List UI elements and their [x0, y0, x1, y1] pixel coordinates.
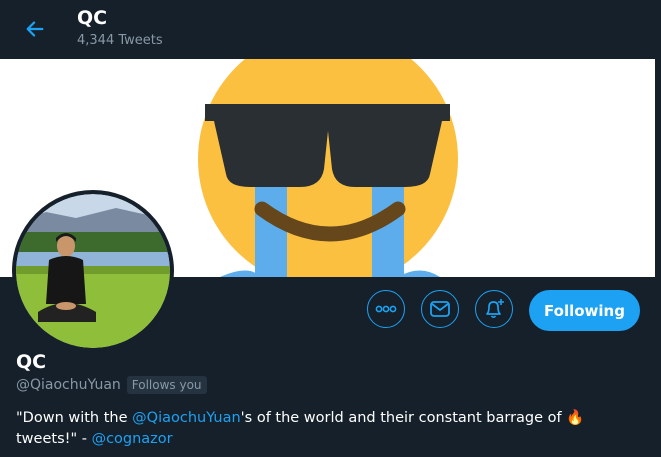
- profile-bio: "Down with the @QiaochuYuan's of the wor…: [16, 408, 636, 450]
- following-button[interactable]: Following: [529, 290, 640, 331]
- bio-text: 's of the world and their constant barra…: [240, 410, 567, 426]
- top-bar: QC 4,344 Tweets: [0, 0, 661, 59]
- tweet-count: 4,344 Tweets: [77, 33, 163, 48]
- notifications-button[interactable]: [475, 290, 513, 328]
- avatar[interactable]: [12, 190, 174, 352]
- header-title-block: QC 4,344 Tweets: [77, 6, 163, 48]
- scrollbar[interactable]: [655, 59, 661, 457]
- fire-emoji-icon: 🔥: [566, 410, 585, 426]
- bio-text: "Down with the: [16, 410, 133, 426]
- back-arrow-icon: [26, 21, 44, 37]
- avatar-photo: [16, 194, 170, 348]
- bell-plus-icon: [486, 299, 504, 319]
- handle-row: @QiaochuYuan Follows you: [16, 376, 207, 394]
- more-button[interactable]: [367, 290, 405, 328]
- bio-mention-link[interactable]: @QiaochuYuan: [132, 410, 241, 426]
- follows-you-badge: Follows you: [126, 376, 207, 394]
- back-button[interactable]: [18, 12, 52, 46]
- profile-name: QC: [16, 351, 47, 373]
- more-icon: [375, 305, 397, 313]
- envelope-icon: [430, 301, 450, 317]
- message-button[interactable]: [421, 290, 459, 328]
- bio-mention-link[interactable]: @cognazor: [92, 431, 173, 447]
- page-title: QC: [77, 7, 108, 29]
- profile-handle: @QiaochuYuan: [16, 377, 121, 393]
- bio-text: tweets!" -: [16, 431, 92, 447]
